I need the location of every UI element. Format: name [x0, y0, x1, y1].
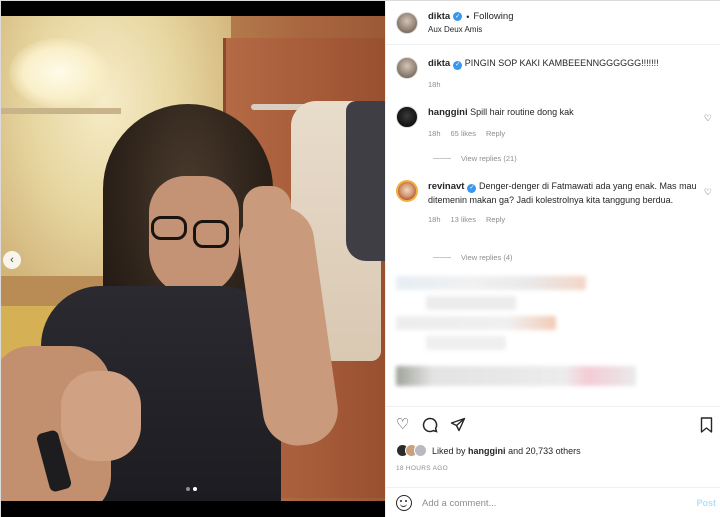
comment-time: 18h: [428, 215, 441, 224]
comment-time: 18h: [428, 128, 441, 138]
comment-likes[interactable]: 65 likes: [451, 129, 476, 138]
view-replies-label: View replies (4): [461, 253, 513, 262]
verified-badge-icon: ✓: [453, 60, 463, 70]
wall-lamp: [9, 38, 109, 108]
likes-prefix: Liked by: [432, 445, 466, 456]
post-photo: [1, 16, 385, 501]
view-replies-button[interactable]: View replies (21): [433, 154, 517, 163]
post-timestamp[interactable]: 18 HOURS AGO: [396, 465, 448, 472]
header-separator: •: [466, 11, 470, 22]
liker-avatar: [414, 444, 427, 457]
comment-input[interactable]: [422, 497, 672, 509]
glasses-right-lens: [193, 220, 229, 248]
add-comment-bar: Post: [386, 487, 720, 517]
blurred-comment: [396, 366, 636, 386]
caption-username[interactable]: dikta: [428, 58, 450, 69]
divider-line: [433, 257, 451, 258]
post-comment-button[interactable]: Post: [696, 498, 716, 508]
person-hand-on-head: [243, 186, 291, 246]
comment-like-heart-icon[interactable]: ♡: [704, 113, 712, 124]
post-caption: dikta ✓ PINGIN SOP KAKI KAMBEEENNGGGGGG!!…: [396, 57, 716, 89]
reply-button[interactable]: Reply: [486, 129, 505, 138]
carousel-dots: [186, 487, 197, 491]
caption-text: PINGIN SOP KAKI KAMBEEENNGGGGGG!!!!!!!: [464, 58, 659, 68]
divider-line: [433, 158, 451, 159]
carousel-dot-active: [193, 487, 197, 491]
post-location[interactable]: Aux Deux Amis: [428, 25, 513, 34]
post-media[interactable]: ‹: [1, 1, 385, 517]
comment-like-heart-icon[interactable]: ♡: [704, 187, 712, 198]
blurred-comment: [426, 296, 516, 310]
comment-text: Spill hair routine dong kak: [470, 107, 574, 117]
commenter-username[interactable]: hanggini: [428, 107, 468, 118]
likes-user[interactable]: hanggini: [468, 446, 506, 456]
comment-item: hanggini Spill hair routine dong kak 18h…: [396, 106, 716, 138]
carousel-prev-button[interactable]: ‹: [3, 251, 21, 269]
blurred-comment: [426, 336, 506, 350]
blurred-comment: [396, 276, 586, 290]
view-replies-button[interactable]: View replies (4): [433, 253, 513, 262]
following-button[interactable]: Following: [473, 11, 513, 22]
likes-suffix[interactable]: and 20,733 others: [508, 446, 581, 456]
likes-summary[interactable]: Liked by hanggini and 20,733 others: [396, 444, 581, 457]
bookmark-icon[interactable]: [700, 417, 713, 436]
emoji-icon[interactable]: [396, 495, 412, 511]
share-icon[interactable]: [450, 417, 466, 436]
likes-text: Liked by hanggini and 20,733 others: [432, 446, 581, 456]
comment-likes[interactable]: 13 likes: [451, 215, 476, 224]
glasses-left-lens: [151, 216, 187, 240]
instagram-post: ‹ dikta ✓ • Following Aux Deux Amis dikt…: [0, 0, 720, 517]
author-username[interactable]: dikta: [428, 11, 450, 22]
post-header: dikta ✓ • Following Aux Deux Amis: [386, 1, 720, 45]
commenter-avatar[interactable]: [396, 106, 418, 128]
caption-time: 18h: [428, 79, 441, 89]
commenter-username[interactable]: revinavt: [428, 181, 464, 192]
author-info: dikta ✓ • Following Aux Deux Amis: [428, 11, 513, 34]
commenter-avatar[interactable]: [396, 180, 418, 202]
author-avatar[interactable]: [396, 11, 418, 34]
carousel-dot: [186, 487, 190, 491]
heart-icon[interactable]: ♡: [396, 417, 409, 432]
action-bar: ♡: [386, 406, 720, 440]
chevron-left-icon: ‹: [10, 254, 14, 266]
wall-shelf: [1, 108, 121, 114]
blurred-comment: [396, 316, 556, 330]
author-avatar[interactable]: [396, 57, 418, 79]
comment-item: revinavt ✓ Denger-denger di Fatmawati ada…: [396, 180, 716, 224]
verified-badge-icon: ✓: [467, 183, 477, 193]
hanging-coat-dark: [346, 101, 385, 261]
companion-hand: [61, 371, 141, 461]
view-replies-label: View replies (21): [461, 154, 517, 163]
comments-section[interactable]: dikta ✓ PINGIN SOP KAKI KAMBEEENNGGGGGG!!…: [386, 46, 720, 404]
post-details-panel: dikta ✓ • Following Aux Deux Amis dikta ✓…: [385, 1, 720, 517]
comment-icon[interactable]: [422, 417, 438, 436]
verified-badge-icon: ✓: [453, 12, 463, 21]
reply-button[interactable]: Reply: [486, 215, 505, 224]
